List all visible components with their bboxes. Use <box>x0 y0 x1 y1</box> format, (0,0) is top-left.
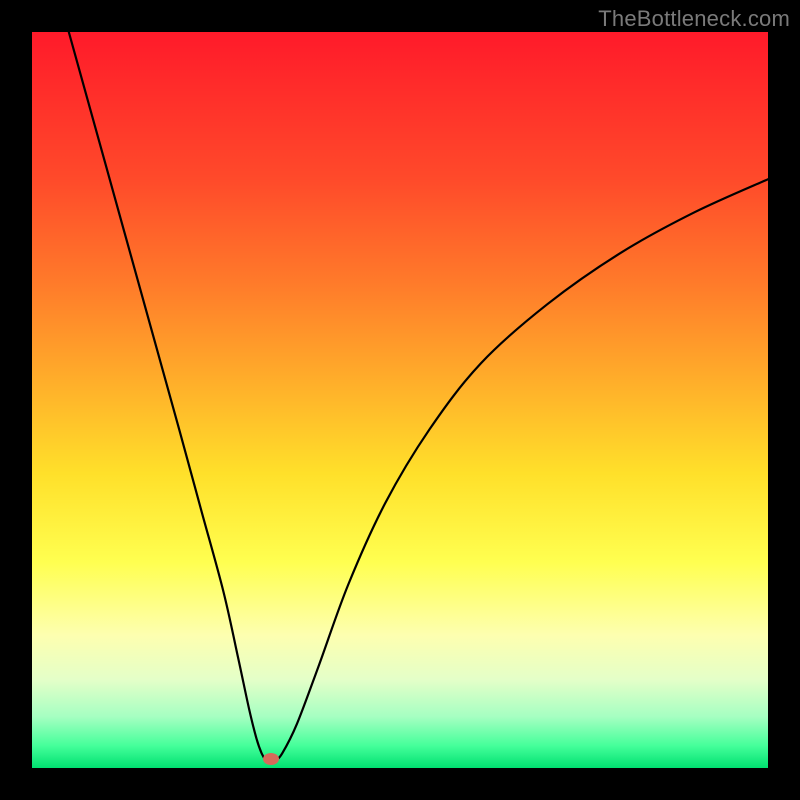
curve-path <box>69 32 768 762</box>
optimum-marker <box>263 753 279 765</box>
bottleneck-curve <box>32 32 768 768</box>
watermark-text: TheBottleneck.com <box>598 6 790 32</box>
plot-area <box>32 32 768 768</box>
chart-frame: TheBottleneck.com <box>0 0 800 800</box>
